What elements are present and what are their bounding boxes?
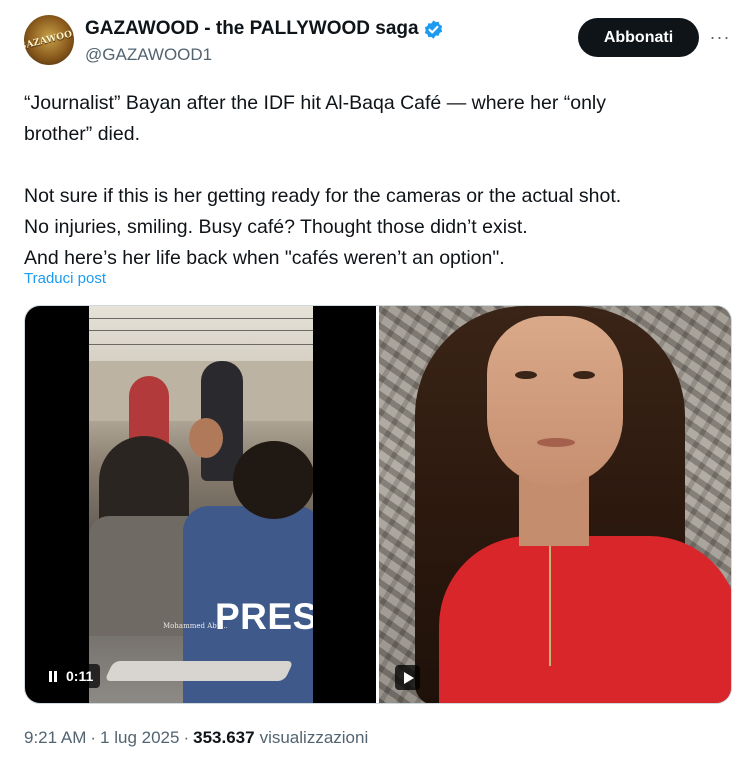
tweet-card: GAZAWOOD GAZAWOOD - the PALLYWOOD saga @… bbox=[0, 0, 750, 765]
views-label: visualizzazioni bbox=[259, 728, 369, 747]
more-options-icon[interactable]: ··· bbox=[708, 26, 732, 48]
meta-separator: · bbox=[183, 728, 190, 747]
tweet-line: And here’s her life back when "cafés wer… bbox=[24, 247, 505, 269]
media-grid: PRES Mohammed Abu... 0:11 bbox=[24, 305, 732, 704]
person-face bbox=[487, 316, 623, 486]
author-handle[interactable]: @GAZAWOOD1 bbox=[85, 45, 212, 65]
tweet-line: brother” died. bbox=[24, 123, 140, 145]
video-frame-cafe: PRES Mohammed Abu... bbox=[89, 306, 313, 703]
post-time[interactable]: 9:21 AM bbox=[24, 728, 86, 748]
post-meta: 9:21 AM · 1 lug 2025 · 353.637 visualizz… bbox=[24, 728, 368, 748]
author-avatar[interactable]: GAZAWOOD bbox=[24, 15, 74, 65]
meta-separator: · bbox=[90, 728, 97, 747]
author-name-row: GAZAWOOD - the PALLYWOOD saga bbox=[85, 18, 444, 40]
tweet-line: “Journalist” Bayan after the IDF hit Al-… bbox=[24, 92, 607, 114]
follow-button[interactable]: Abbonati bbox=[578, 18, 699, 57]
pause-icon bbox=[48, 670, 58, 682]
translate-post-link[interactable]: Traduci post bbox=[24, 270, 106, 287]
video-pause-control[interactable]: 0:11 bbox=[41, 664, 101, 688]
press-vest-text: PRES bbox=[215, 598, 313, 635]
video-left[interactable]: PRES Mohammed Abu... 0:11 bbox=[25, 306, 376, 703]
post-date[interactable]: 1 lug 2025 bbox=[100, 728, 179, 748]
author-display-name[interactable]: GAZAWOOD - the PALLYWOOD saga bbox=[85, 18, 419, 40]
avatar-logo-text: GAZAWOOD bbox=[24, 27, 74, 53]
video-right[interactable] bbox=[379, 306, 731, 703]
tweet-text: “Journalist” Bayan after the IDF hit Al-… bbox=[24, 88, 734, 274]
video-watermark: Mohammed Abu... bbox=[163, 622, 228, 630]
verified-badge-icon[interactable] bbox=[423, 19, 444, 40]
tweet-line: No injuries, smiling. Busy café? Thought… bbox=[24, 216, 528, 238]
video-timestamp: 0:11 bbox=[66, 668, 94, 684]
views-count: 353.637 bbox=[193, 728, 255, 747]
play-icon bbox=[403, 671, 414, 684]
video-play-button[interactable] bbox=[395, 665, 420, 690]
tweet-line: Not sure if this is her getting ready fo… bbox=[24, 185, 622, 207]
